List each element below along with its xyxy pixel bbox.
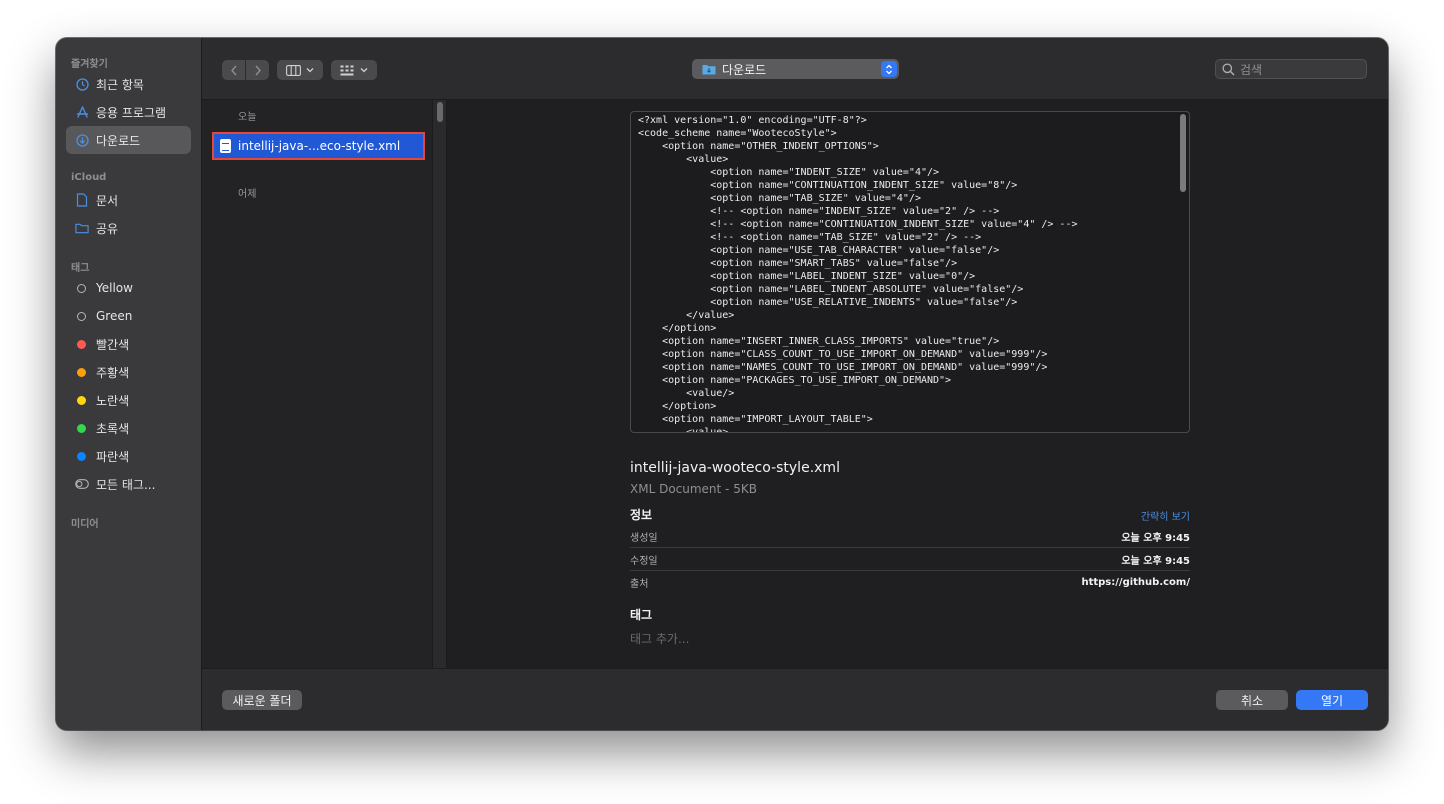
search-icon: [1222, 62, 1235, 76]
bottom-bar: 새로운 폴더 취소 열기: [202, 668, 1388, 730]
sidebar: 즐겨찾기 최근 항목 응용 프로그램 다운로드 iCloud 문서 공유 태그 …: [56, 38, 202, 730]
sidebar-item-label: 공유: [96, 221, 119, 236]
updown-arrows-icon: [881, 61, 897, 77]
created-row: 생성일 오늘 오후 9:45: [630, 525, 1190, 548]
search-field[interactable]: 검색: [1215, 59, 1367, 79]
scroll-thumb[interactable]: [437, 102, 443, 122]
preview-pane: <?xml version="1.0" encoding="UTF-8"?> <…: [447, 100, 1388, 668]
sidebar-section-media: 미디어: [71, 519, 99, 530]
sidebar-item-documents[interactable]: 문서: [66, 186, 191, 214]
sidebar-item-label: 빨간색: [96, 337, 130, 352]
group-label-today: 오늘: [238, 112, 257, 123]
source-row: 출처 https://github.com/: [630, 571, 1190, 594]
created-label: 생성일: [630, 532, 658, 544]
sidebar-item-label: 노란색: [96, 393, 130, 408]
sidebar-item-downloads[interactable]: 다운로드: [66, 126, 191, 154]
grid-view-icon: [340, 65, 354, 75]
xml-document-icon: [220, 139, 231, 153]
sidebar-item-shared[interactable]: 공유: [66, 214, 191, 242]
preview-file-kind: XML Document - 5KB: [630, 482, 757, 496]
code-text: <?xml version="1.0" encoding="UTF-8"?> <…: [638, 115, 1078, 433]
code-preview[interactable]: <?xml version="1.0" encoding="UTF-8"?> <…: [630, 111, 1190, 433]
tags-section-title: 태그: [630, 608, 653, 622]
file-row-selected[interactable]: intellij-java-...eco-style.xml: [212, 132, 425, 160]
preview-file-name: intellij-java-wooteco-style.xml: [630, 460, 840, 476]
sidebar-tag-yellow-ko[interactable]: 노란색: [66, 386, 191, 414]
location-popup[interactable]: 다운로드: [692, 59, 899, 79]
tag-dot-icon: [77, 367, 86, 377]
sidebar-tag-yellow[interactable]: Yellow: [66, 274, 191, 302]
file-row-name: intellij-java-...eco-style.xml: [238, 139, 401, 153]
sidebar-tag-blue[interactable]: 파란색: [66, 442, 191, 470]
sidebar-item-label: Green: [96, 309, 133, 323]
location-label: 다운로드: [722, 62, 767, 77]
all-tags-icon: [75, 477, 89, 491]
modified-row: 수정일 오늘 오후 9:45: [630, 548, 1190, 571]
tag-dot-icon: [77, 283, 86, 293]
back-button[interactable]: [222, 60, 245, 80]
tag-dot-icon: [77, 395, 86, 405]
sidebar-tag-green-ko[interactable]: 초록색: [66, 414, 191, 442]
group-by-button[interactable]: [331, 60, 377, 80]
sidebar-item-label: 모든 태그...: [96, 477, 156, 492]
tag-dot-icon: [77, 423, 86, 433]
created-value: 오늘 오후 9:45: [1121, 532, 1190, 544]
code-scroll-thumb[interactable]: [1180, 114, 1186, 192]
sidebar-item-applications[interactable]: 응용 프로그램: [66, 98, 191, 126]
sidebar-item-label: 다운로드: [96, 133, 141, 148]
toolbar: 다운로드 검색: [202, 38, 1388, 100]
sidebar-item-label: 주황색: [96, 365, 130, 380]
group-label-yesterday: 어제: [238, 189, 257, 200]
search-placeholder: 검색: [1240, 62, 1263, 77]
applications-icon: [75, 105, 89, 119]
chevron-down-icon: [306, 68, 314, 73]
sidebar-item-label: 응용 프로그램: [96, 105, 167, 120]
sidebar-tag-red[interactable]: 빨간색: [66, 330, 191, 358]
download-icon: [75, 133, 89, 147]
sidebar-item-label: Yellow: [96, 281, 133, 295]
sidebar-item-label: 최근 항목: [96, 77, 144, 92]
show-less-link[interactable]: 간략히 보기: [1141, 508, 1190, 523]
open-button[interactable]: 열기: [1296, 690, 1368, 710]
info-section-title: 정보: [630, 508, 653, 522]
add-tags-field[interactable]: 태그 추가...: [630, 630, 689, 647]
sidebar-section-icloud: iCloud: [71, 172, 107, 183]
sidebar-item-label: 초록색: [96, 421, 130, 436]
folder-icon: [702, 64, 716, 74]
source-value: https://github.com/: [1081, 577, 1190, 588]
shared-folder-icon: [75, 221, 89, 235]
new-folder-button[interactable]: 새로운 폴더: [222, 690, 302, 710]
sidebar-item-label: 문서: [96, 193, 119, 208]
file-open-dialog: 즐겨찾기 최근 항목 응용 프로그램 다운로드 iCloud 문서 공유 태그 …: [56, 38, 1388, 730]
clock-icon: [75, 77, 89, 91]
nav-button-group: [222, 60, 269, 80]
column-view-icon: [286, 64, 301, 76]
sidebar-section-favorites: 즐겨찾기: [71, 59, 108, 70]
tag-dot-icon: [77, 339, 86, 349]
sidebar-section-tags: 태그: [71, 263, 90, 274]
cancel-button[interactable]: 취소: [1216, 690, 1288, 710]
modified-label: 수정일: [630, 555, 658, 567]
sidebar-item-label: 파란색: [96, 449, 130, 464]
document-icon: [75, 193, 89, 207]
chevron-left-icon: [230, 65, 237, 75]
tag-dot-icon: [77, 311, 86, 321]
forward-button[interactable]: [246, 60, 269, 80]
sidebar-tag-orange[interactable]: 주황색: [66, 358, 191, 386]
view-mode-button[interactable]: [277, 60, 323, 80]
column-scrollbar[interactable]: [433, 100, 447, 668]
chevron-right-icon: [254, 65, 261, 75]
sidebar-tag-green[interactable]: Green: [66, 302, 191, 330]
file-list-column: 오늘 intellij-java-...eco-style.xml 어제: [202, 100, 433, 668]
tag-dot-icon: [77, 451, 86, 461]
sidebar-item-recents[interactable]: 최근 항목: [66, 70, 191, 98]
source-label: 출처: [630, 579, 649, 590]
modified-value: 오늘 오후 9:45: [1121, 555, 1190, 567]
chevron-down-icon: [360, 68, 368, 73]
sidebar-all-tags[interactable]: 모든 태그...: [66, 470, 191, 498]
